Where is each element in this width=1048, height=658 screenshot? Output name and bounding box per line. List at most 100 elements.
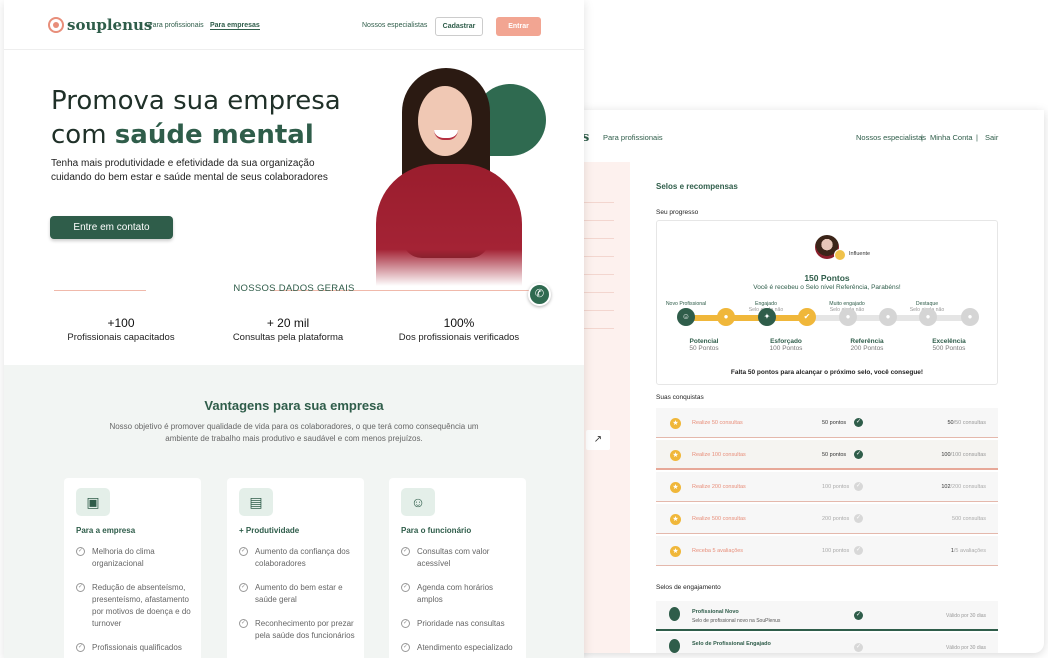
stat-block: 100% Dos profissionais verificados [374, 316, 544, 343]
progress-title: Seu progresso [656, 209, 699, 216]
engaj-desc: Selo de profissional novo na SouPlenus [692, 618, 781, 624]
conquista-name: Receba 5 avaliações [692, 548, 744, 554]
conquista-points: 100 pontos [822, 548, 850, 554]
conquistas-list: ★ Realize 50 consultas 50 pontos ✓ 50/50 con… [656, 408, 998, 568]
nav-separator: | [976, 133, 978, 142]
check-circle-icon: ✓ [401, 583, 410, 592]
check-icon: ✓ [854, 482, 863, 491]
card-item: ✓ Atendimento especializado [401, 643, 513, 652]
star-icon: ★ [670, 418, 681, 429]
clipboard-icon: ▤ [239, 488, 273, 516]
card-item: ✓ Agenda com horários amplos [401, 583, 494, 604]
briefcase-icon: ▣ [76, 488, 110, 516]
progress-bar: ☺ ● ✦ ✔ ● ● ● ● [677, 308, 979, 326]
level-node-icon: ● [717, 308, 735, 326]
engaj-row[interactable]: Profissional Novo Selo de profissional no… [656, 601, 998, 631]
level-node-icon: ☺ [677, 308, 695, 326]
logo-icon [48, 17, 64, 33]
check-icon: ✓ [854, 643, 863, 652]
top-level-label: Novo Profissional [665, 301, 707, 307]
hero-title-line2: com saúde mental [51, 120, 314, 150]
level-label: Esforçado 100 Pontos [769, 338, 803, 352]
card-title: Para o funcionário [401, 526, 472, 535]
conquista-row[interactable]: ★ Realize 50 consultas 50 pontos ✓ 50/50 con… [656, 408, 998, 438]
conquista-name: Realize 100 consultas [692, 452, 746, 458]
logo-text: souplenus [67, 16, 153, 34]
card-item: ✓ Aumento da confiança dos colaboradores [239, 547, 350, 568]
conquista-name: Realize 500 consultas [692, 516, 746, 522]
conquista-row[interactable]: ★ Receba 5 avaliações 100 pontos ✓ 1/5 avali… [656, 536, 998, 566]
stat-label: Profissionais capacitados [67, 332, 175, 343]
conquista-row[interactable]: ★ Realize 200 consultas 100 pontos ✓ 102/200… [656, 472, 998, 502]
engaj-valid: Válido por 30 dias [945, 645, 986, 651]
card-item: ✓ Reconhecimento por prezar pela saúde do… [239, 619, 355, 640]
points-total: 150 Pontos [804, 273, 850, 283]
nav-sair[interactable]: Sair [985, 133, 998, 142]
conquista-progress: 50/50 consultas [947, 420, 986, 426]
star-icon: ★ [670, 546, 681, 557]
check-icon: ✓ [854, 450, 863, 459]
conquista-row[interactable]: ★ Realize 100 consultas 50 pontos ✓ 100/100 … [656, 440, 998, 470]
conquista-progress: 1/5 avaliações [950, 548, 986, 554]
stat-value: 100% [443, 316, 475, 330]
stat-value: +100 [107, 316, 135, 330]
conquista-row[interactable]: ★ Realize 500 consultas 200 pontos ✓ 500 con… [656, 504, 998, 534]
check-circle-icon: ✓ [401, 547, 410, 556]
engaj-list: Profissional Novo Selo de profissional no… [656, 601, 998, 653]
hero-title-line1: Promova sua empresa [51, 86, 341, 116]
engaj-row[interactable]: Selo de Profissional Engajado ✓ Válido por… [656, 633, 998, 653]
advantage-card: ☺ Para o funcionário ✓ Consultas com valo… [389, 478, 526, 658]
nav-para-profissionais[interactable]: Para profissionais [148, 22, 204, 29]
card-item: ✓ Prioridade nas consultas [401, 619, 505, 628]
whatsapp-icon[interactable]: ✆ [528, 283, 551, 306]
nav-nossos-especialistas[interactable]: Nossos especialistas [856, 133, 926, 142]
dados-heading: NOSSOS DADOS GERAIS [4, 283, 584, 297]
entrar-button[interactable]: Entrar [496, 17, 541, 36]
brand-logo[interactable]: souplenus [48, 16, 152, 34]
conquista-points: 200 pontos [822, 516, 850, 522]
conquistas-title: Suas conquistas [656, 394, 704, 401]
card-title: Para a empresa [76, 526, 136, 535]
medal-icon [669, 607, 680, 621]
level-node-icon: ✔ [798, 308, 816, 326]
nav-nossos-especialistas[interactable]: Nossos especialistas [362, 22, 427, 29]
medal-icon [669, 639, 680, 653]
check-circle-icon: ✓ [401, 619, 410, 628]
nav-para-profissionais[interactable]: Para profissionais [603, 133, 663, 142]
stat-block: +100 Profissionais capacitados [36, 316, 206, 343]
check-circle-icon: ✓ [239, 547, 248, 556]
vantagens-description: Nosso objetivo é promover qualidade de v… [109, 422, 479, 443]
advantage-card: ▤ + Produtividade ✓ Aumento da confiança … [227, 478, 364, 658]
advantage-card: ▣ Para a empresa ✓ Melhoria do clima orga… [64, 478, 201, 658]
engaj-title: Selos de engajamento [656, 584, 721, 591]
check-icon: ✓ [854, 611, 863, 620]
check-icon: ✓ [854, 418, 863, 427]
progress-bar-fill [679, 315, 814, 321]
nav-para-empresas[interactable]: Para empresas [210, 22, 260, 30]
stat-block: + 20 mil Consultas pela plataforma [203, 316, 373, 343]
check-icon: ✓ [854, 514, 863, 523]
landing-window: souplenus Para profissionais Para empres… [4, 0, 584, 658]
nav-minha-conta[interactable]: Minha Conta [930, 133, 973, 142]
level-node-icon: ● [839, 308, 857, 326]
conquista-points: 100 pontos [822, 484, 850, 490]
conquista-progress: 100/100 consultas [941, 452, 986, 458]
conquista-progress: 102/200 consultas [941, 484, 986, 490]
star-icon: ★ [670, 514, 681, 525]
card-title: + Produtividade [239, 526, 300, 535]
progress-card: Influente 150 Pontos Você é recebeu o Se… [656, 220, 998, 385]
level-node-icon: ● [961, 308, 979, 326]
hero-photo [376, 68, 522, 286]
check-icon: ✓ [854, 546, 863, 555]
top-nav: souplenus Para profissionais Para empres… [4, 0, 584, 50]
star-icon: ★ [670, 482, 681, 493]
card-item: ✓ Aumento do bem estar e saúde geral [239, 583, 343, 604]
conquista-name: Realize 200 consultas [692, 484, 746, 490]
vantagens-title: Vantagens para sua empresa [204, 398, 384, 413]
expand-arrow-icon[interactable]: ↗ [586, 430, 610, 450]
contact-button[interactable]: Entre em contato [50, 216, 173, 239]
cadastrar-button[interactable]: Cadastrar [435, 17, 483, 36]
conquista-name: Realize 50 consultas [692, 420, 743, 426]
screenshot-stage: s Para profissionais Nossos especialista… [0, 0, 1048, 658]
check-circle-icon: ✓ [76, 643, 85, 652]
